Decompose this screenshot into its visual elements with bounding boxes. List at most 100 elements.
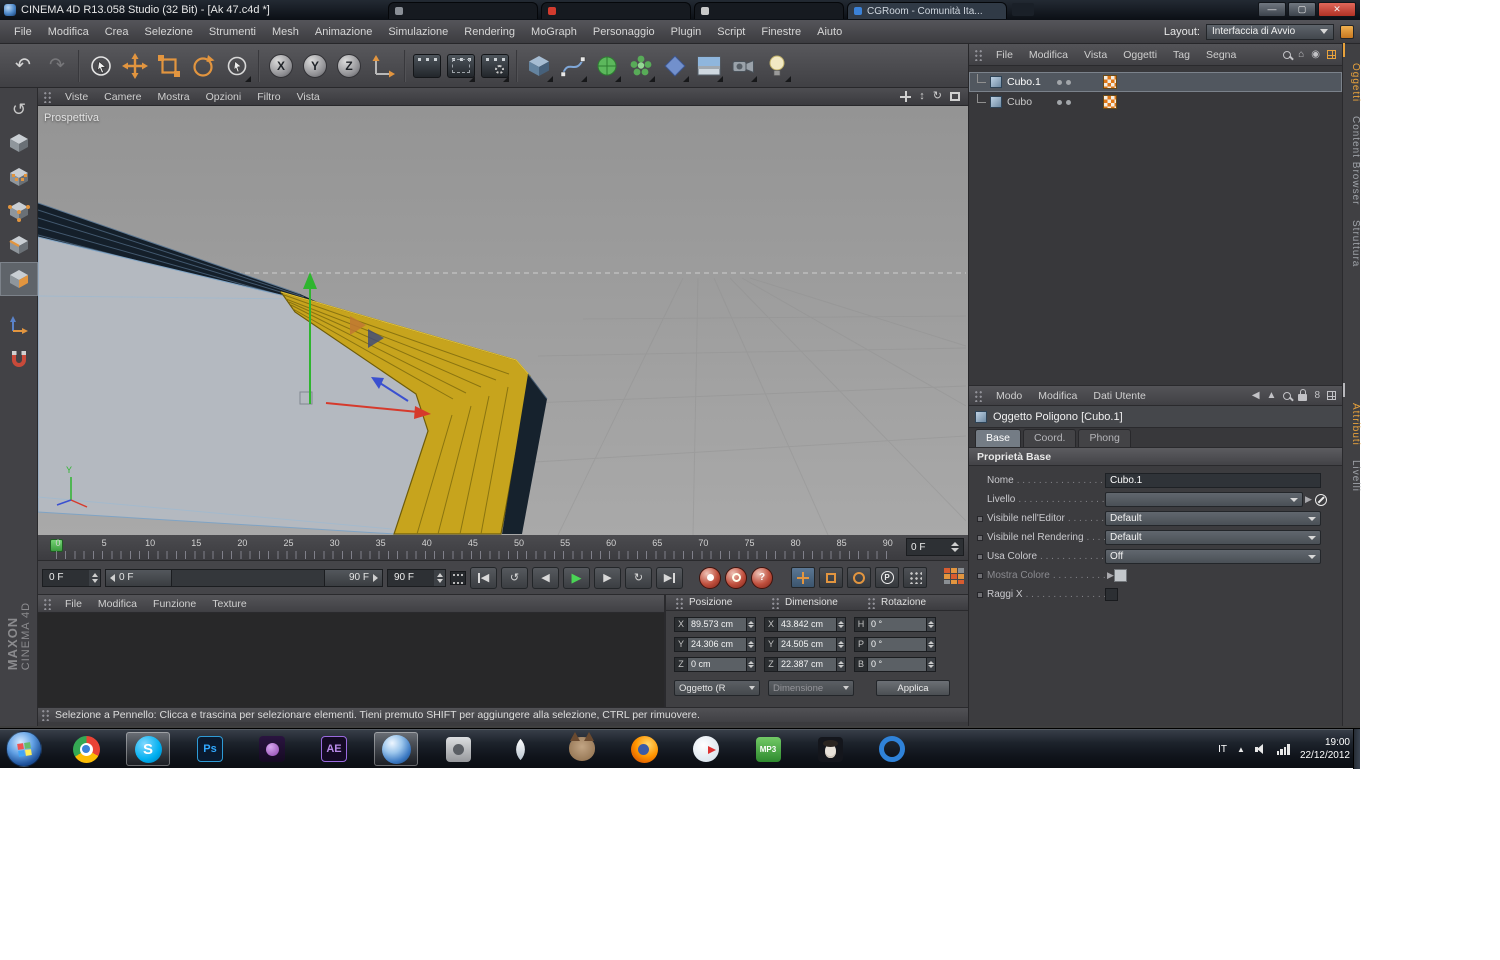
- taskbar-anime-app[interactable]: [808, 732, 852, 766]
- live-selection-tool[interactable]: [84, 47, 118, 85]
- panel-dock-icon[interactable]: [1343, 43, 1345, 57]
- anim-toggle[interactable]: [977, 534, 983, 541]
- apply-button[interactable]: Applica: [876, 680, 950, 696]
- vp-menu-camere[interactable]: Camere: [96, 91, 149, 103]
- menu-selezione[interactable]: Selezione: [137, 26, 201, 38]
- new-panel-icon[interactable]: [1327, 391, 1336, 400]
- taskbar-feather-app[interactable]: [498, 732, 542, 766]
- panel-grip[interactable]: [771, 596, 780, 609]
- keyframe-selection-button[interactable]: ?: [751, 566, 773, 589]
- rotate-tool[interactable]: [186, 47, 220, 85]
- coords-mode-dropdown[interactable]: Oggetto (R: [674, 680, 760, 696]
- network-icon[interactable]: [1276, 743, 1290, 755]
- viewport-maximize-icon[interactable]: [950, 92, 960, 101]
- expand-arrow-icon[interactable]: ▶: [1107, 570, 1114, 581]
- panel-dock-icon[interactable]: [1343, 383, 1345, 397]
- side-tab-oggetti[interactable]: Oggetti: [1343, 56, 1361, 109]
- add-light-button[interactable]: [760, 47, 794, 85]
- browser-tab[interactable]: [541, 2, 691, 19]
- position-z-field[interactable]: Z0 cm: [674, 656, 756, 672]
- tab-phong[interactable]: Phong: [1078, 429, 1131, 447]
- taskbar-firefox[interactable]: [622, 732, 666, 766]
- search-icon[interactable]: [1283, 391, 1292, 400]
- vp-menu-mostra[interactable]: Mostra: [150, 91, 198, 103]
- record-scale-toggle[interactable]: [819, 567, 843, 588]
- menu-plugin[interactable]: Plugin: [663, 26, 710, 38]
- nome-input[interactable]: Cubo.1: [1105, 473, 1321, 488]
- model-mode-button[interactable]: [0, 126, 38, 160]
- rotation-b-field[interactable]: B0 °: [854, 656, 936, 672]
- side-tab-content-browser[interactable]: Content Browser: [1343, 109, 1361, 212]
- anim-toggle[interactable]: [977, 553, 983, 560]
- keyframe-palette-icon[interactable]: [944, 568, 964, 587]
- position-y-field[interactable]: Y 24.306 cm: [674, 636, 756, 652]
- vp-menu-filtro[interactable]: Filtro: [249, 91, 288, 103]
- viewport-camera-label[interactable]: Prospettiva: [44, 112, 99, 124]
- object-row-cubo1[interactable]: Cubo.1: [969, 72, 1342, 92]
- frame-stepper[interactable]: [951, 542, 959, 552]
- volume-icon[interactable]: [1254, 743, 1267, 755]
- texture-tag-icon[interactable]: [1103, 95, 1117, 109]
- close-button[interactable]: ✕: [1318, 2, 1356, 17]
- browser-tab[interactable]: [388, 2, 538, 19]
- lock-y-axis-button[interactable]: Y: [298, 47, 332, 85]
- raggi-x-checkbox[interactable]: [1105, 588, 1118, 601]
- taskbar-ccleaner[interactable]: [870, 732, 914, 766]
- size-z-field[interactable]: Z 22.387 cm: [764, 656, 846, 672]
- panel-grip[interactable]: [974, 389, 983, 402]
- mat-menu-file[interactable]: File: [57, 598, 90, 610]
- visibile-editor-dropdown[interactable]: Default: [1105, 511, 1321, 526]
- anim-toggle[interactable]: [977, 515, 983, 522]
- taskbar-grey-app[interactable]: [436, 732, 480, 766]
- start-button[interactable]: [6, 731, 42, 767]
- range-start-handle[interactable]: 0 F: [106, 569, 172, 586]
- autokey-button[interactable]: [725, 566, 747, 589]
- add-subdivision-surface-button[interactable]: [590, 47, 624, 85]
- no-layer-icon[interactable]: [1314, 493, 1327, 506]
- menu-mesh[interactable]: Mesh: [264, 26, 307, 38]
- maximize-button[interactable]: ▢: [1288, 2, 1316, 17]
- om-menu-modifica[interactable]: Modifica: [1021, 49, 1076, 61]
- undo-button[interactable]: ↶: [6, 47, 40, 85]
- object-list[interactable]: Cubo.1 Cubo: [969, 66, 1342, 386]
- viewport-canvas[interactable]: Y Prospettiva: [38, 106, 968, 535]
- filter-icon[interactable]: ◉: [1311, 49, 1320, 60]
- side-tab-attributi[interactable]: Attributi: [1343, 396, 1361, 453]
- timeline-ruler[interactable]: 0 5 10 15 20 25 30 35 40 45 50 55 60 65 70 75 80 85 90 0 F: [38, 535, 968, 561]
- om-menu-tag[interactable]: Tag: [1165, 49, 1198, 61]
- viewport-rotate-icon[interactable]: ↻: [933, 91, 942, 102]
- record-rotation-toggle[interactable]: [847, 567, 871, 588]
- record-pla-toggle[interactable]: [903, 567, 927, 588]
- menu-mograph[interactable]: MoGraph: [523, 26, 585, 38]
- rotation-p-field[interactable]: P0 °: [854, 636, 936, 652]
- visibility-dots[interactable]: [1057, 79, 1071, 85]
- vp-menu-viste[interactable]: Viste: [57, 91, 96, 103]
- panel-grip[interactable]: [675, 596, 684, 609]
- start-frame-spinner[interactable]: 0 F: [42, 568, 101, 587]
- film-strip-icon[interactable]: [450, 570, 466, 585]
- taskbar-photoshop[interactable]: Ps: [188, 732, 232, 766]
- add-simulation-object-button[interactable]: [658, 47, 692, 85]
- lock-z-axis-button[interactable]: Z: [332, 47, 366, 85]
- move-tool[interactable]: [118, 47, 152, 85]
- panel-grip[interactable]: [974, 48, 983, 61]
- menu-personaggio[interactable]: Personaggio: [585, 26, 663, 38]
- usa-colore-dropdown[interactable]: Off: [1105, 549, 1321, 564]
- new-tab-button[interactable]: [1012, 3, 1034, 16]
- language-indicator[interactable]: IT: [1218, 744, 1227, 755]
- menu-modifica[interactable]: Modifica: [40, 26, 97, 38]
- points-mode-button[interactable]: [0, 194, 38, 228]
- anim-toggle[interactable]: [977, 591, 983, 598]
- snapshot-count[interactable]: 8: [1314, 390, 1320, 401]
- vp-menu-opzioni[interactable]: Opzioni: [198, 91, 250, 103]
- taskbar-after-effects[interactable]: AE: [312, 732, 356, 766]
- livello-dropdown[interactable]: [1105, 492, 1303, 507]
- size-x-field[interactable]: X 43.842 cm: [764, 616, 846, 632]
- polygons-mode-button[interactable]: [0, 262, 38, 296]
- mat-menu-funzione[interactable]: Funzione: [145, 598, 204, 610]
- previous-key-button[interactable]: ↺: [501, 566, 528, 589]
- material-list-area[interactable]: [38, 613, 664, 707]
- history-back-icon[interactable]: ◀: [1252, 390, 1260, 401]
- layout-dropdown[interactable]: Interfaccia di Avvio: [1206, 23, 1334, 40]
- taskbar-media-app[interactable]: [250, 732, 294, 766]
